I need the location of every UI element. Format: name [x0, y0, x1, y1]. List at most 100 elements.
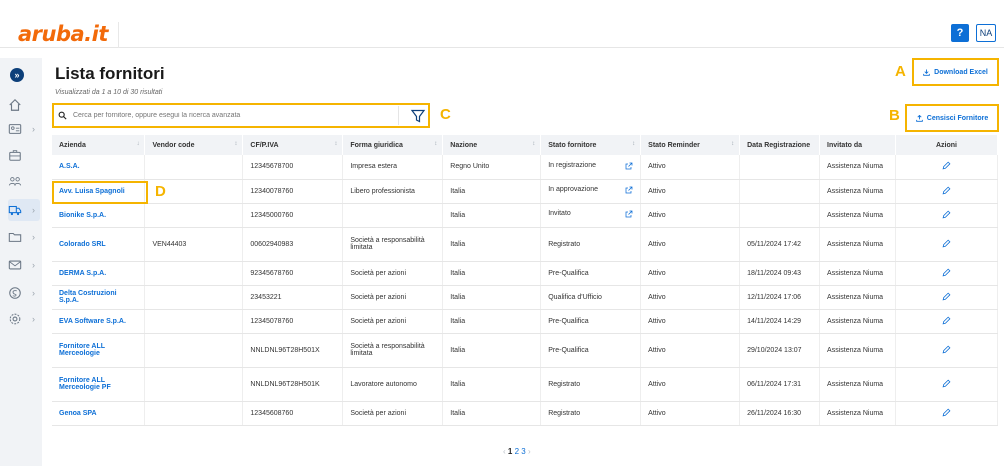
column-header-forma-giuridica[interactable]: Forma giuridica ↕: [342, 135, 444, 155]
cell-azienda[interactable]: A.S.A.: [52, 155, 146, 180]
censisci-fornitore-button[interactable]: Censisci Fornitore: [905, 104, 999, 132]
sidebar-item-settings[interactable]: ›: [8, 308, 40, 330]
sidebar-item-money[interactable]: ›: [8, 282, 40, 304]
download-excel-button[interactable]: Download Excel: [912, 58, 999, 86]
sidebar-item-users[interactable]: [8, 170, 40, 192]
sort-icon[interactable]: ↕: [234, 141, 237, 147]
id-card-icon: [8, 124, 22, 134]
search-input[interactable]: [73, 112, 373, 119]
column-label: CF/P.IVA: [250, 141, 279, 149]
cell-text: Italia: [450, 409, 466, 417]
cell-stato-reminder: Attivo: [640, 367, 741, 402]
edit-icon[interactable]: [942, 316, 951, 325]
column-header-nazione[interactable]: Nazione ↕: [442, 135, 542, 155]
cell-text: Assistenza Niuma: [827, 187, 884, 195]
sort-icon[interactable]: ↕: [731, 141, 734, 147]
supplier-link[interactable]: DERMA S.p.A.: [59, 270, 106, 277]
sidebar-item-home[interactable]: [8, 94, 40, 116]
cell-nazione: Italia: [442, 401, 542, 426]
edit-icon[interactable]: [942, 345, 951, 354]
column-header-azienda[interactable]: Azienda ↓: [52, 135, 146, 155]
sidebar-item-folder[interactable]: ›: [8, 226, 40, 248]
page-2-button[interactable]: 2: [515, 447, 519, 456]
edit-icon[interactable]: [942, 186, 951, 195]
cell-azienda[interactable]: EVA Software S.p.A.: [52, 309, 146, 334]
edit-icon[interactable]: [942, 161, 951, 170]
cell-data-registrazione: [739, 203, 821, 228]
cell-azienda[interactable]: Bionike S.p.A.: [52, 203, 146, 228]
column-header-data-registrazione[interactable]: Data Registrazione: [739, 135, 821, 155]
supplier-link[interactable]: A.S.A.: [59, 163, 80, 170]
edit-icon[interactable]: [942, 379, 951, 388]
edit-icon[interactable]: [942, 210, 951, 219]
cell-cf-piva: 12340078760: [242, 179, 344, 204]
cell-azienda[interactable]: Genoa SPA: [52, 401, 146, 426]
cell-azioni: [895, 155, 998, 180]
edit-icon[interactable]: [942, 268, 951, 277]
cell-text: 14/11/2024 14:29: [747, 317, 802, 325]
cell-stato-reminder: Attivo: [640, 227, 741, 262]
divider: [398, 106, 399, 125]
sort-down-icon[interactable]: ↓: [136, 141, 139, 147]
sidebar-item-mail[interactable]: ›: [8, 254, 40, 276]
cell-text: 12345608760: [250, 409, 294, 417]
cell-azienda[interactable]: DERMA S.p.A.: [52, 261, 146, 286]
page-1-button[interactable]: 1: [508, 447, 512, 456]
page-3-button[interactable]: 3: [521, 447, 525, 456]
supplier-link[interactable]: Bionike S.p.A.: [59, 212, 106, 219]
cell-azienda[interactable]: Colorado SRL: [52, 227, 146, 262]
column-header-vendor-code[interactable]: Vendor code ↕: [144, 135, 244, 155]
cell-text: Attivo: [648, 211, 666, 219]
column-label: Azioni: [936, 141, 957, 149]
table-row: Bionike S.p.A. 12345000760 Italia Invitato A…: [52, 203, 998, 228]
sidebar-item-briefcase[interactable]: [8, 144, 40, 166]
supplier-link[interactable]: Avv. Luisa Spagnoli: [59, 188, 125, 195]
cell-stato-reminder: Attivo: [640, 401, 741, 426]
external-link-icon[interactable]: [625, 162, 633, 172]
cell-cf-piva: 12345078760: [242, 309, 344, 334]
external-link-icon[interactable]: [625, 186, 633, 196]
sidebar-expand-icon[interactable]: »: [10, 68, 24, 82]
column-header-stato-reminder[interactable]: Stato Reminder ↕: [640, 135, 741, 155]
cell-text: 12345678700: [250, 163, 294, 171]
cell-cf-piva: 23453221: [242, 285, 344, 310]
sidebar-item-suppliers[interactable]: ›: [8, 199, 40, 221]
aruba-logo[interactable]: aruba.it: [18, 22, 108, 46]
cell-azienda[interactable]: Delta Costruzioni S.p.A.: [52, 285, 146, 310]
sort-icon[interactable]: ↕: [334, 141, 337, 147]
supplier-link[interactable]: Fornitore ALL Merceologie PF: [59, 377, 111, 391]
edit-icon[interactable]: [942, 239, 951, 248]
briefcase-icon: [9, 150, 21, 161]
column-header-azioni: Azioni: [895, 135, 998, 155]
external-link-icon[interactable]: [625, 210, 633, 220]
help-button[interactable]: ?: [951, 24, 969, 42]
supplier-link[interactable]: Delta Costruzioni S.p.A.: [59, 290, 117, 304]
cell-azienda[interactable]: Fornitore ALL Merceologie PF: [52, 367, 146, 402]
sort-icon[interactable]: ↕: [632, 141, 635, 147]
cell-azienda[interactable]: Fornitore ALL Merceologie: [52, 333, 146, 368]
column-header-stato-fornitore[interactable]: Stato fornitore ↕: [540, 135, 642, 155]
chevron-right-icon: ›: [32, 205, 35, 215]
cell-vendor-code: [144, 261, 244, 286]
sidebar-item-contacts[interactable]: ›: [8, 118, 40, 140]
supplier-link[interactable]: EVA Software S.p.A.: [59, 318, 126, 325]
column-label: Stato fornitore: [548, 141, 597, 149]
cell-data-registrazione: 05/11/2024 17:42: [739, 227, 821, 262]
column-header-invitato-da[interactable]: Invitato da: [819, 135, 896, 155]
prev-page-button[interactable]: ‹: [503, 447, 506, 456]
filter-icon[interactable]: [410, 108, 426, 124]
column-header-cf-piva[interactable]: CF/P.IVA ↕: [242, 135, 344, 155]
edit-icon[interactable]: [942, 408, 951, 417]
supplier-link[interactable]: Fornitore ALL Merceologie: [59, 343, 105, 357]
cell-stato-fornitore: In registrazione: [540, 155, 642, 180]
column-label: Azienda: [59, 141, 86, 149]
user-avatar-button[interactable]: NA: [976, 24, 996, 42]
sort-icon[interactable]: ↕: [434, 141, 437, 147]
supplier-link[interactable]: Genoa SPA: [59, 410, 97, 417]
sort-icon[interactable]: ↕: [532, 141, 535, 147]
cell-azienda[interactable]: Avv. Luisa Spagnoli: [52, 179, 146, 204]
next-page-button[interactable]: ›: [528, 447, 531, 456]
cell-text: 06/11/2024 17:31: [747, 380, 802, 388]
edit-icon[interactable]: [942, 292, 951, 301]
supplier-link[interactable]: Colorado SRL: [59, 241, 106, 248]
